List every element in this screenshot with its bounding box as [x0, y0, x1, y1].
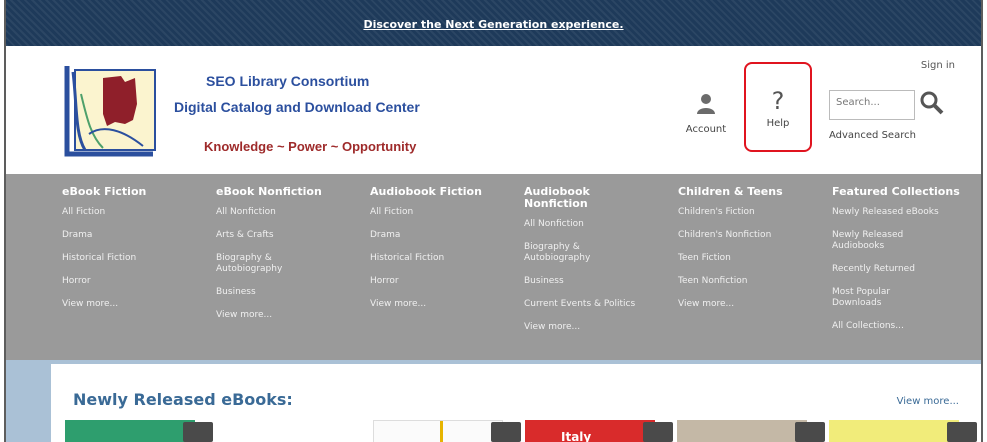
site-header: SEO Library Consortium Digital Catalog a… [6, 46, 981, 174]
book-cover-art [373, 420, 503, 442]
nav-link-view-more[interactable]: View more... [62, 299, 212, 310]
book-cover-art [677, 420, 807, 442]
nav-link[interactable]: All Fiction [62, 207, 212, 218]
book-cover[interactable] [373, 420, 521, 442]
org-subtitle: Digital Catalog and Download Center [174, 99, 420, 115]
book-icon [947, 422, 977, 442]
nav-link[interactable]: Horror [62, 276, 212, 287]
view-more-link[interactable]: View more... [897, 396, 959, 407]
nav-link-view-more[interactable]: View more... [524, 322, 644, 333]
account-label: Account [685, 124, 727, 135]
nav-link[interactable]: Horror [370, 276, 520, 287]
nav-link[interactable]: Children's Fiction [678, 207, 828, 218]
book-cover[interactable] [677, 420, 825, 442]
nav-link[interactable]: All Collections... [832, 321, 974, 332]
nav-column-title[interactable]: eBook Nonfiction [216, 186, 366, 198]
nav-link-view-more[interactable]: View more... [370, 299, 520, 310]
nav-link[interactable]: Historical Fiction [62, 253, 212, 264]
browser-frame: Discover the Next Generation experience.… [4, 0, 983, 442]
help-button[interactable]: ? Help [744, 62, 812, 152]
nav-link[interactable]: Drama [370, 230, 520, 241]
book-cover-art: Italy [525, 420, 655, 442]
tagline: Knowledge ~ Power ~ Opportunity [204, 139, 417, 154]
nav-link[interactable]: Biography & Autobiography [524, 242, 614, 264]
book-cover-title: Italy [561, 430, 592, 442]
nav-link-view-more[interactable]: View more... [216, 310, 366, 321]
book-cover[interactable] [65, 420, 213, 442]
nav-column-ebook-fiction: eBook Fiction All Fiction Drama Historic… [62, 186, 212, 322]
user-icon [697, 94, 715, 114]
library-logo[interactable] [63, 64, 160, 160]
nav-column-title[interactable]: Audiobook Nonfiction [524, 186, 604, 210]
nav-column-title[interactable]: Audiobook Fiction [370, 186, 520, 198]
nav-link[interactable]: Teen Fiction [678, 253, 828, 264]
nav-link[interactable]: All Nonfiction [216, 207, 366, 218]
book-icon [795, 422, 825, 442]
book-icon [183, 422, 213, 442]
next-generation-link[interactable]: Discover the Next Generation experience. [363, 18, 623, 31]
nav-column-title[interactable]: eBook Fiction [62, 186, 212, 198]
question-mark-icon: ? [771, 87, 785, 115]
nav-link[interactable]: Biography & Autobiography [216, 253, 296, 275]
book-cover-art [829, 420, 959, 442]
nav-link[interactable]: Most Popular Downloads [832, 287, 912, 309]
nav-link[interactable]: Historical Fiction [370, 253, 520, 264]
advanced-search-link[interactable]: Advanced Search [829, 130, 916, 141]
section-title: Newly Released eBooks: [73, 390, 293, 409]
nav-link[interactable]: Arts & Crafts [216, 230, 366, 241]
nav-link[interactable]: Business [216, 287, 366, 298]
search-icon[interactable] [919, 90, 945, 116]
nav-link[interactable]: Teen Nonfiction [678, 276, 828, 287]
nav-column-audiobook-fiction: Audiobook Fiction All Fiction Drama Hist… [370, 186, 520, 322]
book-cover[interactable] [829, 420, 977, 442]
nav-link[interactable]: Newly Released eBooks [832, 207, 974, 218]
nav-column-ebook-nonfiction: eBook Nonfiction All Nonfiction Arts & C… [216, 186, 366, 333]
book-icon [643, 422, 673, 442]
nav-link[interactable]: All Fiction [370, 207, 520, 218]
nav-column-featured-collections: Featured Collections Newly Released eBoo… [832, 186, 974, 344]
announcement-banner: Discover the Next Generation experience. [6, 0, 981, 46]
search-input[interactable]: Search... [829, 90, 915, 120]
category-nav: eBook Fiction All Fiction Drama Historic… [6, 174, 981, 360]
help-label: Help [766, 118, 790, 129]
nav-column-children-teens: Children & Teens Children's Fiction Chil… [678, 186, 828, 322]
nav-column-title[interactable]: Children & Teens [678, 186, 828, 198]
nav-link[interactable]: All Nonfiction [524, 219, 644, 230]
nav-link-view-more[interactable]: View more... [678, 299, 828, 310]
nav-link[interactable]: Recently Returned [832, 264, 974, 275]
book-cover-art [65, 420, 195, 442]
nav-link[interactable]: Children's Nonfiction [678, 230, 828, 241]
nav-link[interactable]: Newly Released Audiobooks [832, 230, 912, 252]
nav-column-title[interactable]: Featured Collections [832, 186, 974, 198]
featured-section: Newly Released eBooks: View more... Ital… [51, 364, 981, 442]
nav-column-audiobook-nonfiction: Audiobook Nonfiction All Nonfiction Biog… [524, 186, 644, 345]
nav-link[interactable]: Business [524, 276, 644, 287]
book-icon [491, 422, 521, 442]
sign-in-link[interactable]: Sign in [921, 60, 955, 71]
org-title: SEO Library Consortium [206, 73, 370, 89]
nav-link[interactable]: Current Events & Politics [524, 299, 644, 310]
book-cover[interactable]: Italy [525, 420, 673, 442]
nav-link[interactable]: Drama [62, 230, 212, 241]
account-button[interactable]: Account [676, 92, 736, 135]
